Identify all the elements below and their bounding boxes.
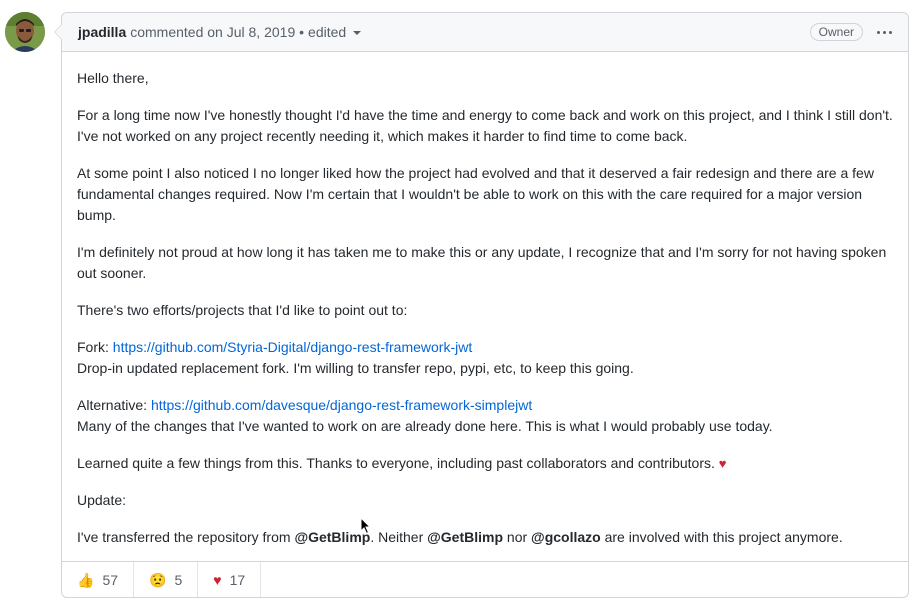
comment-body: Hello there, For a long time now I've ho…: [62, 52, 908, 548]
paragraph: There's two efforts/projects that I'd li…: [77, 302, 408, 318]
transfer-text: . Neither: [370, 529, 428, 545]
transfer-text: I've transferred the repository from: [77, 529, 295, 545]
fork-link[interactable]: https://github.com/Styria-Digital/django…: [113, 339, 472, 355]
fork-paragraph: Fork: https://github.com/Styria-Digital/…: [77, 337, 893, 379]
comment-box: jpadilla commented on Jul 8, 2019 • edit…: [54, 12, 909, 598]
reaction-heart[interactable]: ♥ 17: [198, 562, 262, 597]
mention-getblimp[interactable]: @GetBlimp: [427, 529, 503, 545]
more-options-icon[interactable]: [877, 27, 892, 38]
paragraph: Hello there,: [77, 70, 149, 86]
caret-down-icon: [353, 31, 362, 35]
edited-label: edited: [308, 24, 347, 40]
reaction-thumbs-up[interactable]: 👍 57: [62, 562, 135, 597]
heart-icon: ♥: [213, 571, 222, 588]
alternative-label: Alternative:: [77, 397, 151, 413]
mention-getblimp[interactable]: @GetBlimp: [294, 529, 370, 545]
author-link[interactable]: jpadilla: [78, 24, 126, 40]
confused-face-icon: 😟: [149, 571, 167, 588]
paragraph: Learned quite a few things from this. Th…: [77, 453, 893, 474]
alternative-description: Many of the changes that I've wanted to …: [77, 418, 773, 434]
paragraph: I'm definitely not proud at how long it …: [77, 244, 887, 281]
thumbs-up-icon: 👍: [77, 571, 95, 588]
update-label: Update:: [77, 492, 127, 508]
reactions-bar: 👍 57 😟 5 ♥ 17: [62, 561, 908, 597]
paragraph: For a long time now I've honestly though…: [77, 107, 893, 144]
fork-label: Fork:: [77, 339, 113, 355]
transfer-text: are involved with this project anymore.: [600, 529, 843, 545]
paragraph: At some point I also noticed I no longer…: [77, 165, 874, 223]
edited-dropdown[interactable]: edited: [308, 24, 362, 40]
thanks-text: Learned quite a few things from this. Th…: [77, 455, 719, 471]
comment-header: jpadilla commented on Jul 8, 2019 • edit…: [62, 13, 908, 52]
fork-description: Drop-in updated replacement fork. I'm wi…: [77, 360, 634, 376]
owner-badge: Owner: [809, 23, 863, 41]
avatar[interactable]: [5, 12, 45, 52]
avatar-image: [5, 12, 45, 52]
alternative-paragraph: Alternative: https://github.com/davesque…: [77, 395, 893, 437]
transfer-paragraph: I've transferred the repository from @Ge…: [77, 527, 893, 548]
alternative-link[interactable]: https://github.com/davesque/django-rest-…: [151, 397, 532, 413]
comment-timestamp[interactable]: commented on Jul 8, 2019 •: [130, 24, 304, 40]
reaction-count: 57: [102, 571, 119, 588]
reaction-count: 17: [229, 571, 246, 588]
transfer-text: nor: [503, 529, 532, 545]
reaction-count: 5: [174, 571, 183, 588]
mention-gcollazo[interactable]: @gcollazo: [531, 529, 601, 545]
reaction-confused[interactable]: 😟 5: [134, 562, 199, 597]
heart-icon: ♥: [718, 456, 727, 471]
